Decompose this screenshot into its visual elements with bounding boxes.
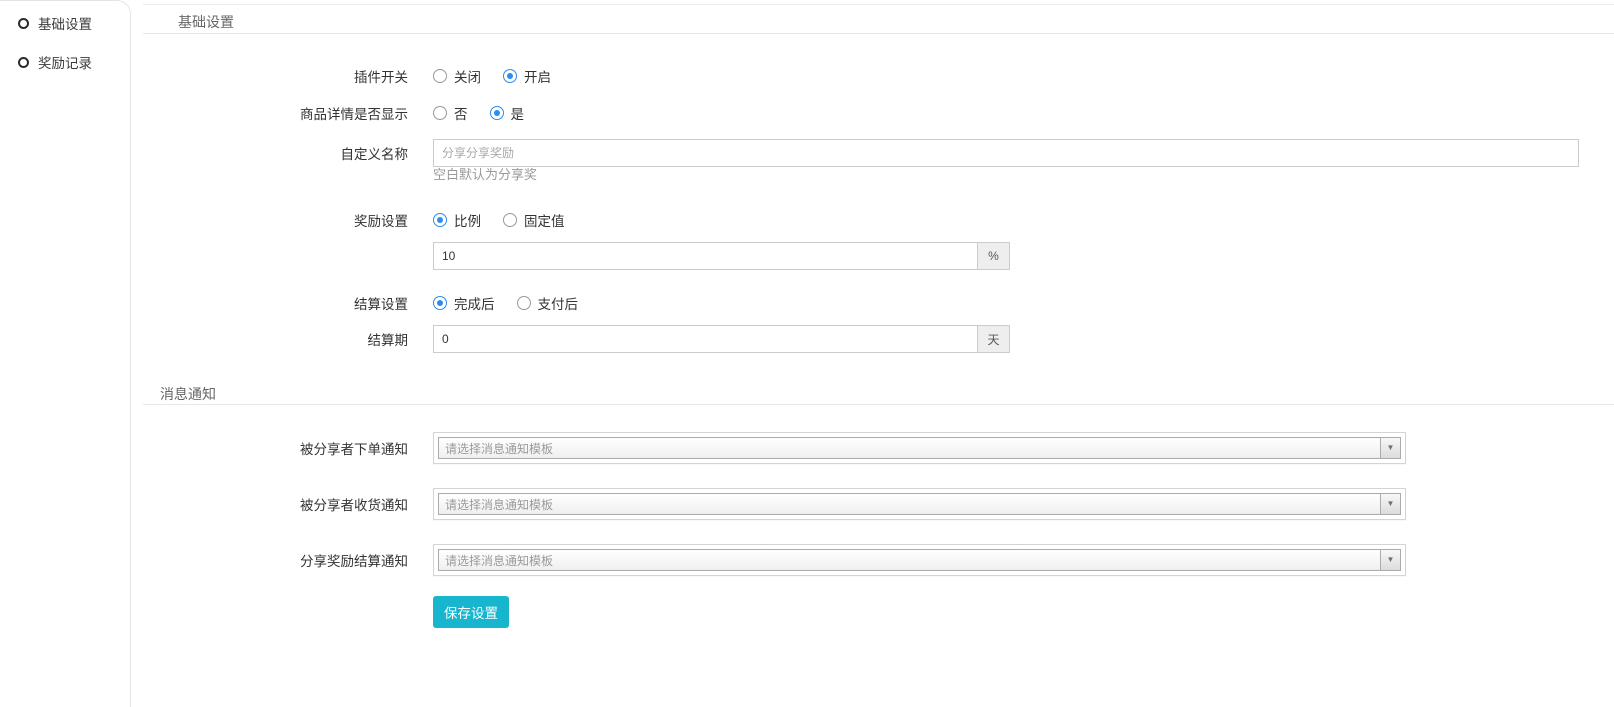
- row-settle-period: 结算期 天: [143, 325, 1010, 353]
- row-notify-receive: 被分享者收货通知 请选择消息通知模板 ▼: [143, 488, 1406, 520]
- radio-detail-yes[interactable]: 是: [490, 103, 525, 123]
- select-placeholder: 请选择消息通知模板: [439, 496, 553, 513]
- radio-checked-icon: [503, 69, 517, 83]
- sidebar: 基础设置 奖励记录: [0, 0, 131, 707]
- radio-label: 否: [454, 103, 468, 123]
- radio-icon: [433, 69, 447, 83]
- save-settings-button[interactable]: 保存设置: [433, 596, 509, 628]
- days-addon: 天: [978, 325, 1010, 353]
- radio-label: 比例: [454, 210, 481, 230]
- divider: [143, 404, 1614, 405]
- section-title-notify: 消息通知: [160, 384, 216, 404]
- radio-label: 支付后: [538, 293, 579, 313]
- row-notify-settle: 分享奖励结算通知 请选择消息通知模板 ▼: [143, 544, 1406, 576]
- select-placeholder: 请选择消息通知模板: [439, 552, 553, 569]
- settle-period-input[interactable]: [433, 325, 978, 353]
- radio-icon: [503, 213, 517, 227]
- radio-label: 关闭: [454, 66, 481, 86]
- custom-name-help: 空白默认为分享奖: [433, 164, 537, 183]
- page: 基础设置 奖励记录 基础设置 插件开关 关闭 开启: [0, 0, 1614, 707]
- notify-order-select-wrapper: 请选择消息通知模板 ▼: [433, 432, 1406, 464]
- field-label: 被分享者下单通知: [143, 438, 408, 458]
- field-label: 奖励设置: [143, 210, 408, 230]
- radio-label: 开启: [524, 66, 551, 86]
- sidebar-item-reward-records[interactable]: 奖励记录: [0, 49, 130, 75]
- custom-name-input[interactable]: [433, 139, 1579, 167]
- field-label: 结算期: [143, 329, 408, 349]
- percent-addon: %: [978, 242, 1010, 270]
- radio-checked-icon: [433, 213, 447, 227]
- notify-receive-select-wrapper: 请选择消息通知模板 ▼: [433, 488, 1406, 520]
- row-reward-value: %: [143, 242, 1010, 270]
- row-settle-type: 结算设置 完成后 支付后: [143, 291, 600, 315]
- dropdown-arrow-icon: ▼: [1380, 438, 1400, 458]
- dropdown-arrow-icon: ▼: [1380, 494, 1400, 514]
- radio-checked-icon: [490, 106, 504, 120]
- field-label: 商品详情是否显示: [143, 103, 408, 123]
- radio-detail-no[interactable]: 否: [433, 103, 468, 123]
- notify-settle-select-wrapper: 请选择消息通知模板 ▼: [433, 544, 1406, 576]
- row-reward-type: 奖励设置 比例 固定值: [143, 208, 587, 232]
- row-custom-name: 自定义名称: [143, 139, 1579, 167]
- radio-label: 完成后: [454, 293, 495, 313]
- radio-reward-fixed[interactable]: 固定值: [503, 210, 565, 230]
- reward-value-input[interactable]: [433, 242, 978, 270]
- sidebar-item-label: 奖励记录: [38, 52, 92, 72]
- top-border: [143, 4, 1614, 5]
- row-notify-order: 被分享者下单通知 请选择消息通知模板 ▼: [143, 432, 1406, 464]
- section-title-basic: 基础设置: [178, 12, 234, 32]
- field-label: 插件开关: [143, 66, 408, 86]
- radio-checked-icon: [433, 296, 447, 310]
- notify-settle-select[interactable]: 请选择消息通知模板 ▼: [438, 549, 1401, 571]
- row-plugin-switch: 插件开关 关闭 开启: [143, 64, 573, 88]
- divider: [143, 33, 1614, 34]
- radio-settle-complete[interactable]: 完成后: [433, 293, 495, 313]
- field-label: 结算设置: [143, 293, 408, 313]
- notify-order-select[interactable]: 请选择消息通知模板 ▼: [438, 437, 1401, 459]
- radio-icon: [517, 296, 531, 310]
- radio-icon: [433, 106, 447, 120]
- circle-icon: [18, 57, 29, 68]
- notify-receive-select[interactable]: 请选择消息通知模板 ▼: [438, 493, 1401, 515]
- main-content: 基础设置 插件开关 关闭 开启 商品详情是否显示 否: [143, 0, 1614, 707]
- radio-reward-ratio[interactable]: 比例: [433, 210, 481, 230]
- radio-plugin-on[interactable]: 开启: [503, 66, 551, 86]
- radio-settle-paid[interactable]: 支付后: [517, 293, 579, 313]
- select-placeholder: 请选择消息通知模板: [439, 440, 553, 457]
- sidebar-item-basic-settings[interactable]: 基础设置: [0, 10, 130, 36]
- field-label: 被分享者收货通知: [143, 494, 408, 514]
- radio-plugin-off[interactable]: 关闭: [433, 66, 481, 86]
- dropdown-arrow-icon: ▼: [1380, 550, 1400, 570]
- field-label: 自定义名称: [143, 143, 408, 163]
- radio-label: 是: [511, 103, 525, 123]
- row-detail-show: 商品详情是否显示 否 是: [143, 101, 546, 125]
- sidebar-item-label: 基础设置: [38, 13, 92, 33]
- circle-icon: [18, 18, 29, 29]
- radio-label: 固定值: [524, 210, 565, 230]
- field-label: 分享奖励结算通知: [143, 550, 408, 570]
